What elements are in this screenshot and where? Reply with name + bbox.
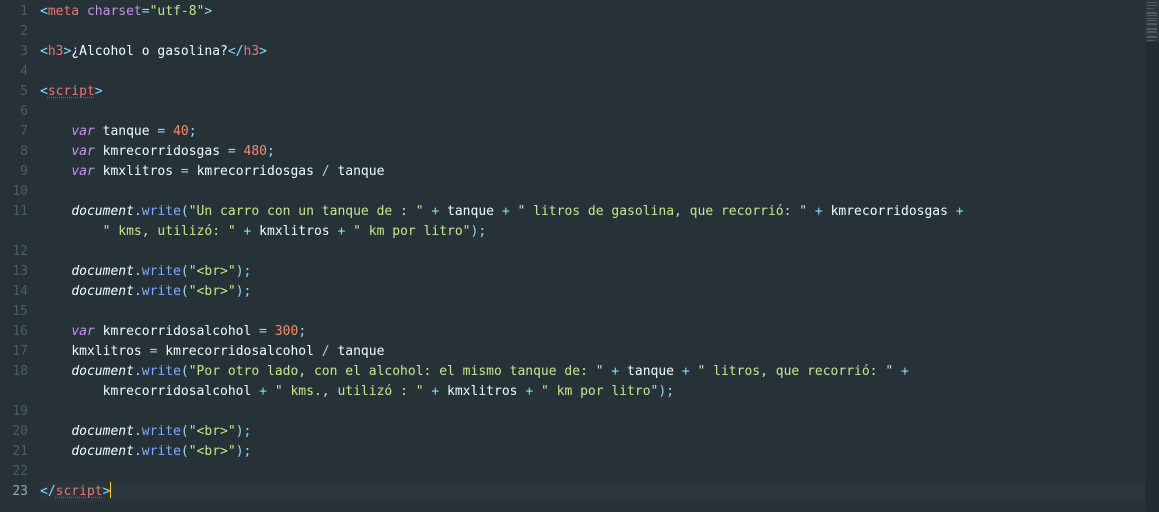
code-line[interactable]: document.write("<br>");: [40, 262, 1145, 282]
code-editor[interactable]: 1234567891011121314151617181920212223 <m…: [0, 0, 1145, 512]
code-line[interactable]: var kmrecorridosalcohol = 300;: [40, 322, 1145, 342]
code-line[interactable]: [40, 102, 1145, 122]
code-line[interactable]: document.write("<br>");: [40, 282, 1145, 302]
code-line[interactable]: [40, 22, 1145, 42]
code-line[interactable]: document.write("<br>");: [40, 442, 1145, 462]
line-number: 19: [0, 402, 28, 422]
code-line[interactable]: var tanque = 40;: [40, 122, 1145, 142]
line-number: 14: [0, 282, 28, 302]
line-number: 10: [0, 182, 28, 202]
line-number: 11: [0, 202, 28, 222]
line-number: 8: [0, 142, 28, 162]
line-number: 9: [0, 162, 28, 182]
line-number-gutter: 1234567891011121314151617181920212223: [0, 0, 40, 512]
minimap[interactable]: [1145, 0, 1159, 512]
code-line[interactable]: <script>: [40, 82, 1145, 102]
code-line[interactable]: kmxlitros = kmrecorridosalcohol / tanque: [40, 342, 1145, 362]
line-number: 7: [0, 122, 28, 142]
line-number: 15: [0, 302, 28, 322]
line-number: 4: [0, 62, 28, 82]
code-area[interactable]: <meta charset="utf-8"> <h3>¿Alcohol o ga…: [40, 0, 1145, 512]
code-line[interactable]: [40, 182, 1145, 202]
line-number: 22: [0, 462, 28, 482]
line-number: 18: [0, 362, 28, 382]
line-number: 21: [0, 442, 28, 462]
code-line[interactable]: <meta charset="utf-8">: [40, 2, 1145, 22]
code-line[interactable]: [40, 242, 1145, 262]
line-number: [0, 382, 28, 402]
code-line[interactable]: <h3>¿Alcohol o gasolina?</h3>: [40, 42, 1145, 62]
code-line[interactable]: document.write("<br>");: [40, 422, 1145, 442]
code-line[interactable]: [40, 402, 1145, 422]
code-line[interactable]: document.write("Un carro con un tanque d…: [40, 202, 1145, 222]
code-line[interactable]: kmrecorridosalcohol + " kms., utilizó : …: [40, 382, 1145, 402]
code-line[interactable]: " kms, utilizó: " + kmxlitros + " km por…: [40, 222, 1145, 242]
line-number: 20: [0, 422, 28, 442]
line-number: 1: [0, 2, 28, 22]
line-number: 5: [0, 82, 28, 102]
code-line[interactable]: [40, 462, 1145, 482]
code-line[interactable]: document.write("Por otro lado, con el al…: [40, 362, 1145, 382]
line-number: 6: [0, 102, 28, 122]
code-line[interactable]: </script>: [40, 482, 1145, 502]
line-number: 13: [0, 262, 28, 282]
line-number: 3: [0, 42, 28, 62]
line-number: 12: [0, 242, 28, 262]
line-number: [0, 222, 28, 242]
line-number: 16: [0, 322, 28, 342]
line-number: 2: [0, 22, 28, 42]
code-line[interactable]: var kmrecorridosgas = 480;: [40, 142, 1145, 162]
line-number: 23: [0, 482, 28, 502]
line-number: 17: [0, 342, 28, 362]
code-line[interactable]: [40, 62, 1145, 82]
code-line[interactable]: var kmxlitros = kmrecorridosgas / tanque: [40, 162, 1145, 182]
code-line[interactable]: [40, 302, 1145, 322]
